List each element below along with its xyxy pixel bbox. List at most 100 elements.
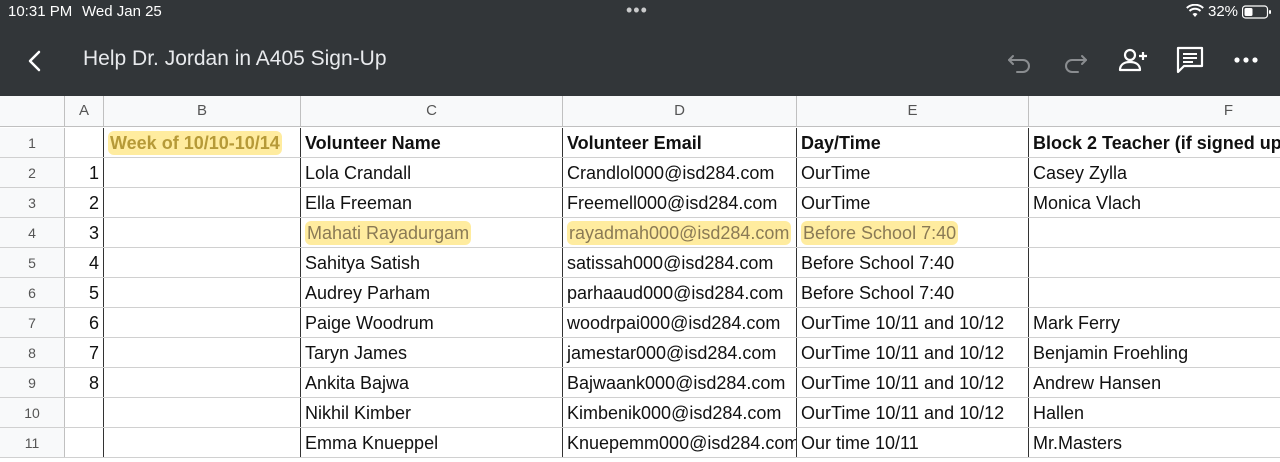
cell-c-1[interactable]: Volunteer Name: [301, 128, 563, 157]
status-time: 10:31 PM: [8, 3, 73, 20]
cell-d-10[interactable]: Kimbenik000@isd284.com: [563, 398, 797, 427]
cell-b-9[interactable]: [104, 368, 301, 397]
cell-a-10[interactable]: [65, 398, 104, 427]
comment-icon[interactable]: [1174, 44, 1206, 76]
redo-icon[interactable]: [1060, 44, 1092, 76]
cell-f-1[interactable]: Block 2 Teacher (if signed up: [1029, 128, 1280, 157]
cell-f-5[interactable]: [1029, 248, 1280, 277]
row-header[interactable]: 7: [0, 308, 65, 337]
cell-b-1[interactable]: Week of 10/10-10/14: [104, 128, 301, 157]
column-header-e[interactable]: E: [797, 96, 1029, 127]
cell-a-8[interactable]: 7: [65, 338, 104, 367]
column-header-a[interactable]: A: [65, 96, 104, 127]
column-header-d[interactable]: D: [563, 96, 797, 127]
battery-icon: [1242, 5, 1271, 19]
row-header[interactable]: 4: [0, 218, 65, 247]
cell-b-4[interactable]: [104, 218, 301, 247]
row-header[interactable]: 5: [0, 248, 65, 277]
document-title[interactable]: Help Dr. Jordan in A405 Sign-Up: [83, 47, 387, 71]
cell-d-1[interactable]: Volunteer Email: [563, 128, 797, 157]
cell-a-4[interactable]: 3: [65, 218, 104, 247]
corner-cell[interactable]: [0, 96, 65, 127]
cell-b-8[interactable]: [104, 338, 301, 367]
cell-c-8[interactable]: Taryn James: [301, 338, 563, 367]
cell-d-4[interactable]: rayadmah000@isd284.com: [563, 218, 797, 247]
cell-f-9[interactable]: Andrew Hansen: [1029, 368, 1280, 397]
row-header[interactable]: 2: [0, 158, 65, 187]
cell-a-9[interactable]: 8: [65, 368, 104, 397]
cell-e-4[interactable]: Before School 7:40: [797, 218, 1029, 247]
cell-e-11[interactable]: Our time 10/11: [797, 428, 1029, 457]
cell-b-7[interactable]: [104, 308, 301, 337]
cell-d-8[interactable]: jamestar000@isd284.com: [563, 338, 797, 367]
cell-e-3[interactable]: OurTime: [797, 188, 1029, 217]
table-row: 5 4 Sahitya Satish satissah000@isd284.com Be…: [0, 248, 1280, 278]
cell-f-11[interactable]: Mr.Masters: [1029, 428, 1280, 457]
cell-c-7[interactable]: Paige Woodrum: [301, 308, 563, 337]
column-header-row: A B C D E F: [0, 96, 1280, 127]
cell-f-8[interactable]: Benjamin Froehling: [1029, 338, 1280, 367]
cell-c-9[interactable]: Ankita Bajwa: [301, 368, 563, 397]
more-icon[interactable]: [1230, 44, 1262, 76]
undo-icon[interactable]: [1003, 44, 1035, 76]
cell-e-8[interactable]: OurTime 10/11 and 10/12: [797, 338, 1029, 367]
row-header[interactable]: 6: [0, 278, 65, 307]
cell-f-7[interactable]: Mark Ferry: [1029, 308, 1280, 337]
cell-d-7[interactable]: woodrpai000@isd284.com: [563, 308, 797, 337]
row-header[interactable]: 8: [0, 338, 65, 367]
row-header[interactable]: 3: [0, 188, 65, 217]
cell-a-6[interactable]: 5: [65, 278, 104, 307]
cell-c-6[interactable]: Audrey Parham: [301, 278, 563, 307]
cell-c-11[interactable]: Emma Knueppel: [301, 428, 563, 457]
cell-a-1[interactable]: [65, 128, 104, 157]
cell-d-5[interactable]: satissah000@isd284.com: [563, 248, 797, 277]
cell-e-5[interactable]: Before School 7:40: [797, 248, 1029, 277]
cell-c-10[interactable]: Nikhil Kimber: [301, 398, 563, 427]
row-header[interactable]: 9: [0, 368, 65, 397]
cell-c-3[interactable]: Ella Freeman: [301, 188, 563, 217]
cell-e-9[interactable]: OurTime 10/11 and 10/12: [797, 368, 1029, 397]
highlighted-text: Week of 10/10-10/14: [108, 131, 282, 155]
cell-b-2[interactable]: [104, 158, 301, 187]
cell-b-10[interactable]: [104, 398, 301, 427]
cell-a-7[interactable]: 6: [65, 308, 104, 337]
cell-b-6[interactable]: [104, 278, 301, 307]
cell-a-2[interactable]: 1: [65, 158, 104, 187]
cell-c-5[interactable]: Sahitya Satish: [301, 248, 563, 277]
row-header[interactable]: 10: [0, 398, 65, 427]
add-person-icon[interactable]: [1117, 44, 1149, 76]
cell-b-3[interactable]: [104, 188, 301, 217]
back-icon[interactable]: [20, 46, 50, 76]
cell-f-6[interactable]: [1029, 278, 1280, 307]
column-header-f[interactable]: F: [1029, 96, 1280, 127]
cell-e-10[interactable]: OurTime 10/11 and 10/12: [797, 398, 1029, 427]
row-header[interactable]: 1: [0, 128, 65, 157]
cell-a-3[interactable]: 2: [65, 188, 104, 217]
cell-d-2[interactable]: Crandlol000@isd284.com: [563, 158, 797, 187]
cell-f-2[interactable]: Casey Zylla: [1029, 158, 1280, 187]
cell-d-9[interactable]: Bajwaank000@isd284.com: [563, 368, 797, 397]
cell-f-3[interactable]: Monica Vlach: [1029, 188, 1280, 217]
column-header-b[interactable]: B: [104, 96, 301, 127]
cell-c-4[interactable]: Mahati Rayadurgam: [301, 218, 563, 247]
cell-d-11[interactable]: Knuepemm000@isd284.com: [563, 428, 797, 457]
cell-e-2[interactable]: OurTime: [797, 158, 1029, 187]
cell-e-7[interactable]: OurTime 10/11 and 10/12: [797, 308, 1029, 337]
table-row: 8 7 Taryn James jamestar000@isd284.com OurTi…: [0, 338, 1280, 368]
multitasking-dots[interactable]: •••: [626, 0, 648, 21]
cell-a-5[interactable]: 4: [65, 248, 104, 277]
cell-d-3[interactable]: Freemell000@isd284.com: [563, 188, 797, 217]
row-header[interactable]: 11: [0, 428, 65, 457]
cell-b-11[interactable]: [104, 428, 301, 457]
cell-a-11[interactable]: [65, 428, 104, 457]
cell-c-2[interactable]: Lola Crandall: [301, 158, 563, 187]
cell-d-6[interactable]: parhaaud000@isd284.com: [563, 278, 797, 307]
wifi-icon: [1186, 4, 1204, 17]
table-row: 1 Week of 10/10-10/14 Volunteer Name Volunt…: [0, 128, 1280, 158]
cell-f-4[interactable]: [1029, 218, 1280, 247]
cell-e-6[interactable]: Before School 7:40: [797, 278, 1029, 307]
column-header-c[interactable]: C: [301, 96, 563, 127]
cell-b-5[interactable]: [104, 248, 301, 277]
cell-e-1[interactable]: Day/Time: [797, 128, 1029, 157]
cell-f-10[interactable]: Hallen: [1029, 398, 1280, 427]
